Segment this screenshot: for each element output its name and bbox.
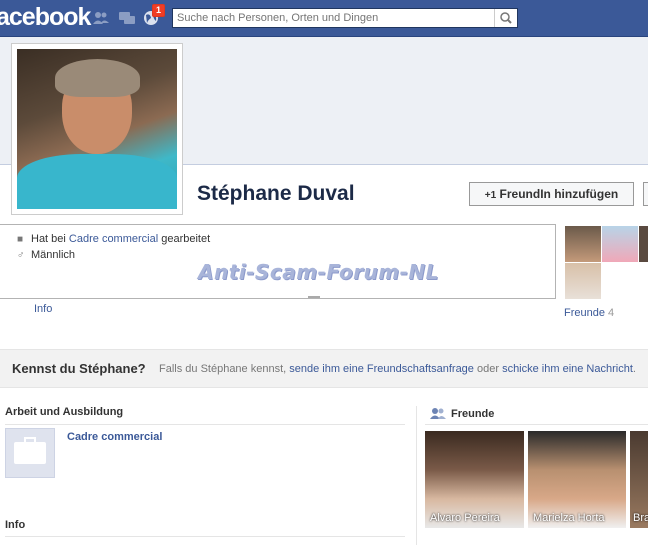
info-tab[interactable]: Info	[34, 303, 52, 315]
friend-name: Marielza Horta	[533, 512, 605, 524]
column-divider	[416, 406, 417, 545]
send-friend-request-link[interactable]: sende ihm eine Freundschaftsanfrage	[289, 363, 474, 375]
work-section-title: Arbeit und Ausbildung	[5, 406, 124, 418]
friend-thumb[interactable]	[565, 263, 601, 299]
messages-icon[interactable]	[118, 10, 136, 26]
profile-name: Stéphane Duval	[197, 182, 355, 205]
employer-link[interactable]: Cadre commercial	[67, 431, 162, 443]
section-divider	[5, 424, 405, 425]
friends-section-title: Freunde	[451, 408, 495, 420]
friend-card[interactable]: Marielza Horta	[528, 431, 626, 528]
friend-name: Alvaro Pereira	[430, 512, 500, 524]
add-friend-icon: +1	[484, 190, 497, 201]
friend-thumb[interactable]	[565, 226, 601, 262]
friends-link[interactable]: Freunde 4	[564, 307, 614, 319]
work-info-line: ■ Hat bei Cadre commercial gearbeitet	[17, 233, 211, 245]
friends-thumbnails[interactable]	[565, 226, 648, 299]
friend-card[interactable]: Alvaro Pereira	[425, 431, 524, 528]
friends-icon	[430, 408, 446, 419]
friend-requests-icon[interactable]	[92, 10, 110, 26]
friend-thumb[interactable]	[639, 226, 648, 262]
send-message-link[interactable]: schicke ihm eine Nachricht	[502, 363, 633, 375]
watermark-text: Anti-Scam-Forum-NL	[198, 260, 439, 284]
know-person-bar: Kennst du Stéphane? Falls du Stéphane ke…	[0, 349, 648, 388]
add-friend-button[interactable]: +1 FreundIn hinzufügen	[469, 182, 634, 206]
search-button[interactable]	[494, 9, 517, 27]
gender-info-line: ♂ Männlich	[17, 249, 76, 261]
top-bar: acebook 1	[0, 0, 648, 37]
profile-picture[interactable]	[11, 43, 183, 215]
friend-name: Bra	[633, 512, 648, 524]
search-box	[172, 8, 518, 28]
section-divider	[425, 424, 648, 425]
search-icon	[500, 12, 512, 24]
divider	[308, 296, 320, 298]
facebook-logo[interactable]: acebook	[0, 3, 91, 32]
notification-badge: 1	[152, 4, 166, 17]
know-question: Kennst du Stéphane?	[12, 361, 146, 376]
section-divider	[5, 536, 405, 537]
friend-card[interactable]: Bra	[630, 431, 648, 528]
male-icon: ♂	[17, 250, 25, 261]
work-link[interactable]: Cadre commercial	[69, 233, 158, 245]
message-button[interactable]	[643, 182, 648, 206]
info-section-title: Info	[5, 519, 26, 531]
briefcase-icon: ■	[17, 234, 24, 245]
search-input[interactable]	[173, 9, 501, 27]
profile-photo-image	[17, 49, 177, 209]
add-friend-label: FreundIn hinzufügen	[499, 187, 619, 201]
know-text: Falls du Stéphane kennst, sende ihm eine…	[159, 363, 636, 375]
workplace-icon[interactable]	[5, 428, 55, 478]
friend-thumb[interactable]	[602, 226, 638, 262]
